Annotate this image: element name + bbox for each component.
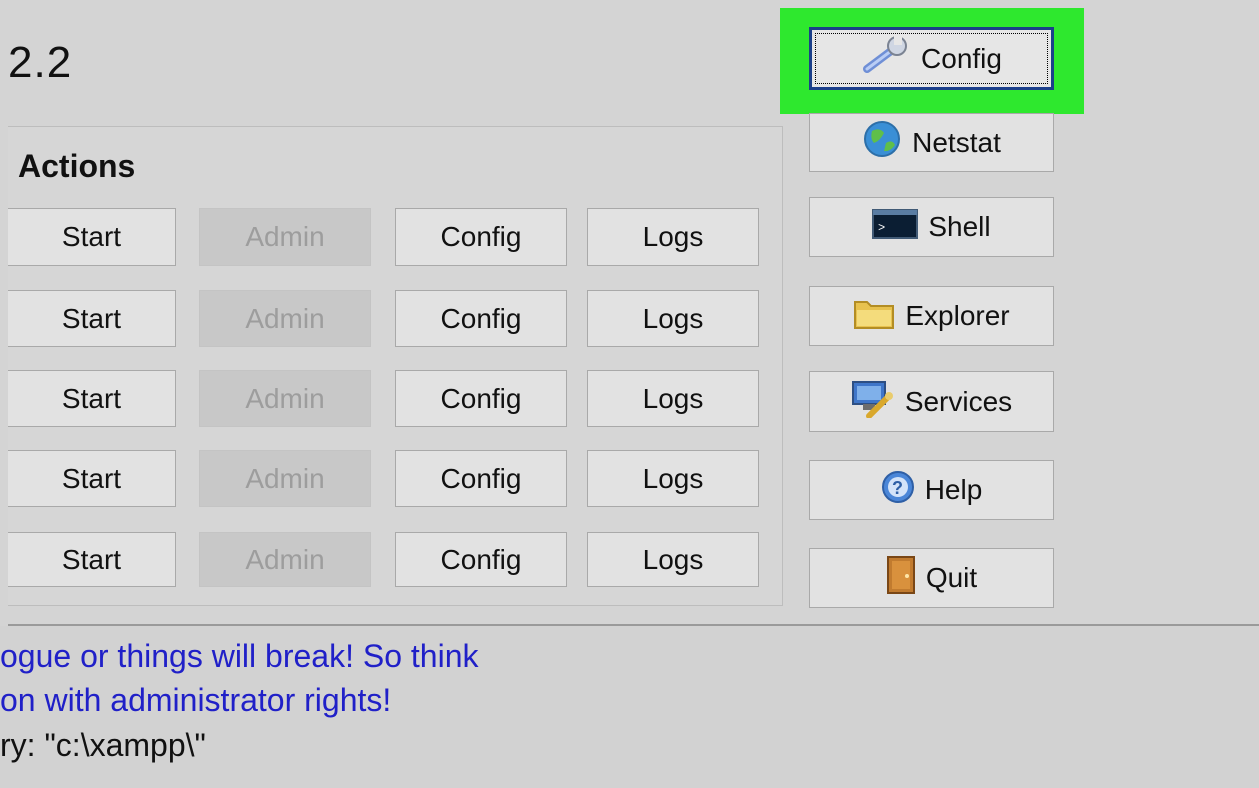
- main-config-button[interactable]: Config: [809, 27, 1054, 90]
- admin-button: Admin: [199, 450, 371, 507]
- logs-button[interactable]: Logs: [587, 370, 759, 427]
- door-icon: [886, 555, 916, 602]
- log-line: ogue or things will break! So think: [0, 638, 479, 674]
- logs-button[interactable]: Logs: [587, 532, 759, 587]
- admin-button: Admin: [199, 532, 371, 587]
- help-button[interactable]: ? Help: [809, 460, 1054, 520]
- config-button[interactable]: Config: [395, 290, 567, 347]
- config-button[interactable]: Config: [395, 370, 567, 427]
- logs-button[interactable]: Logs: [587, 208, 759, 266]
- folder-icon: [853, 296, 895, 337]
- services-label: Services: [904, 385, 1013, 417]
- quit-button[interactable]: Quit: [809, 548, 1054, 608]
- logs-button[interactable]: Logs: [587, 290, 759, 347]
- logs-button[interactable]: Logs: [587, 450, 759, 507]
- globe-icon: [862, 119, 902, 166]
- main-config-label: Config: [921, 42, 1002, 74]
- log-line: ry: "c:\xampp\": [0, 727, 206, 763]
- netstat-button[interactable]: Netstat: [809, 113, 1054, 172]
- shell-button[interactable]: > Shell: [809, 197, 1054, 257]
- quit-label: Quit: [925, 562, 978, 593]
- config-button[interactable]: Config: [395, 532, 567, 587]
- start-button[interactable]: Start: [8, 532, 176, 587]
- help-icon: ?: [881, 470, 915, 511]
- start-button[interactable]: Start: [8, 370, 176, 427]
- log-area: ogue or things will break! So think on w…: [0, 626, 1259, 788]
- config-button[interactable]: Config: [395, 208, 567, 266]
- services-button[interactable]: Services: [809, 371, 1054, 432]
- svg-text:>: >: [878, 221, 885, 235]
- netstat-label: Netstat: [912, 126, 1001, 158]
- actions-title: Actions: [18, 148, 136, 184]
- shell-label: Shell: [928, 211, 991, 242]
- explorer-button[interactable]: Explorer: [809, 286, 1054, 346]
- log-line: on with administrator rights!: [0, 682, 392, 718]
- help-label: Help: [924, 474, 983, 505]
- admin-button: Admin: [199, 370, 371, 427]
- version-label: 2.2: [8, 38, 73, 87]
- start-button[interactable]: Start: [8, 208, 176, 266]
- config-button[interactable]: Config: [395, 450, 567, 507]
- admin-button: Admin: [199, 208, 371, 266]
- explorer-label: Explorer: [905, 300, 1010, 331]
- terminal-icon: >: [872, 208, 919, 246]
- start-button[interactable]: Start: [8, 450, 176, 507]
- admin-button: Admin: [199, 290, 371, 347]
- svg-text:?: ?: [892, 478, 903, 498]
- start-button[interactable]: Start: [8, 290, 176, 347]
- services-icon: [851, 378, 895, 425]
- wrench-icon: [861, 35, 913, 82]
